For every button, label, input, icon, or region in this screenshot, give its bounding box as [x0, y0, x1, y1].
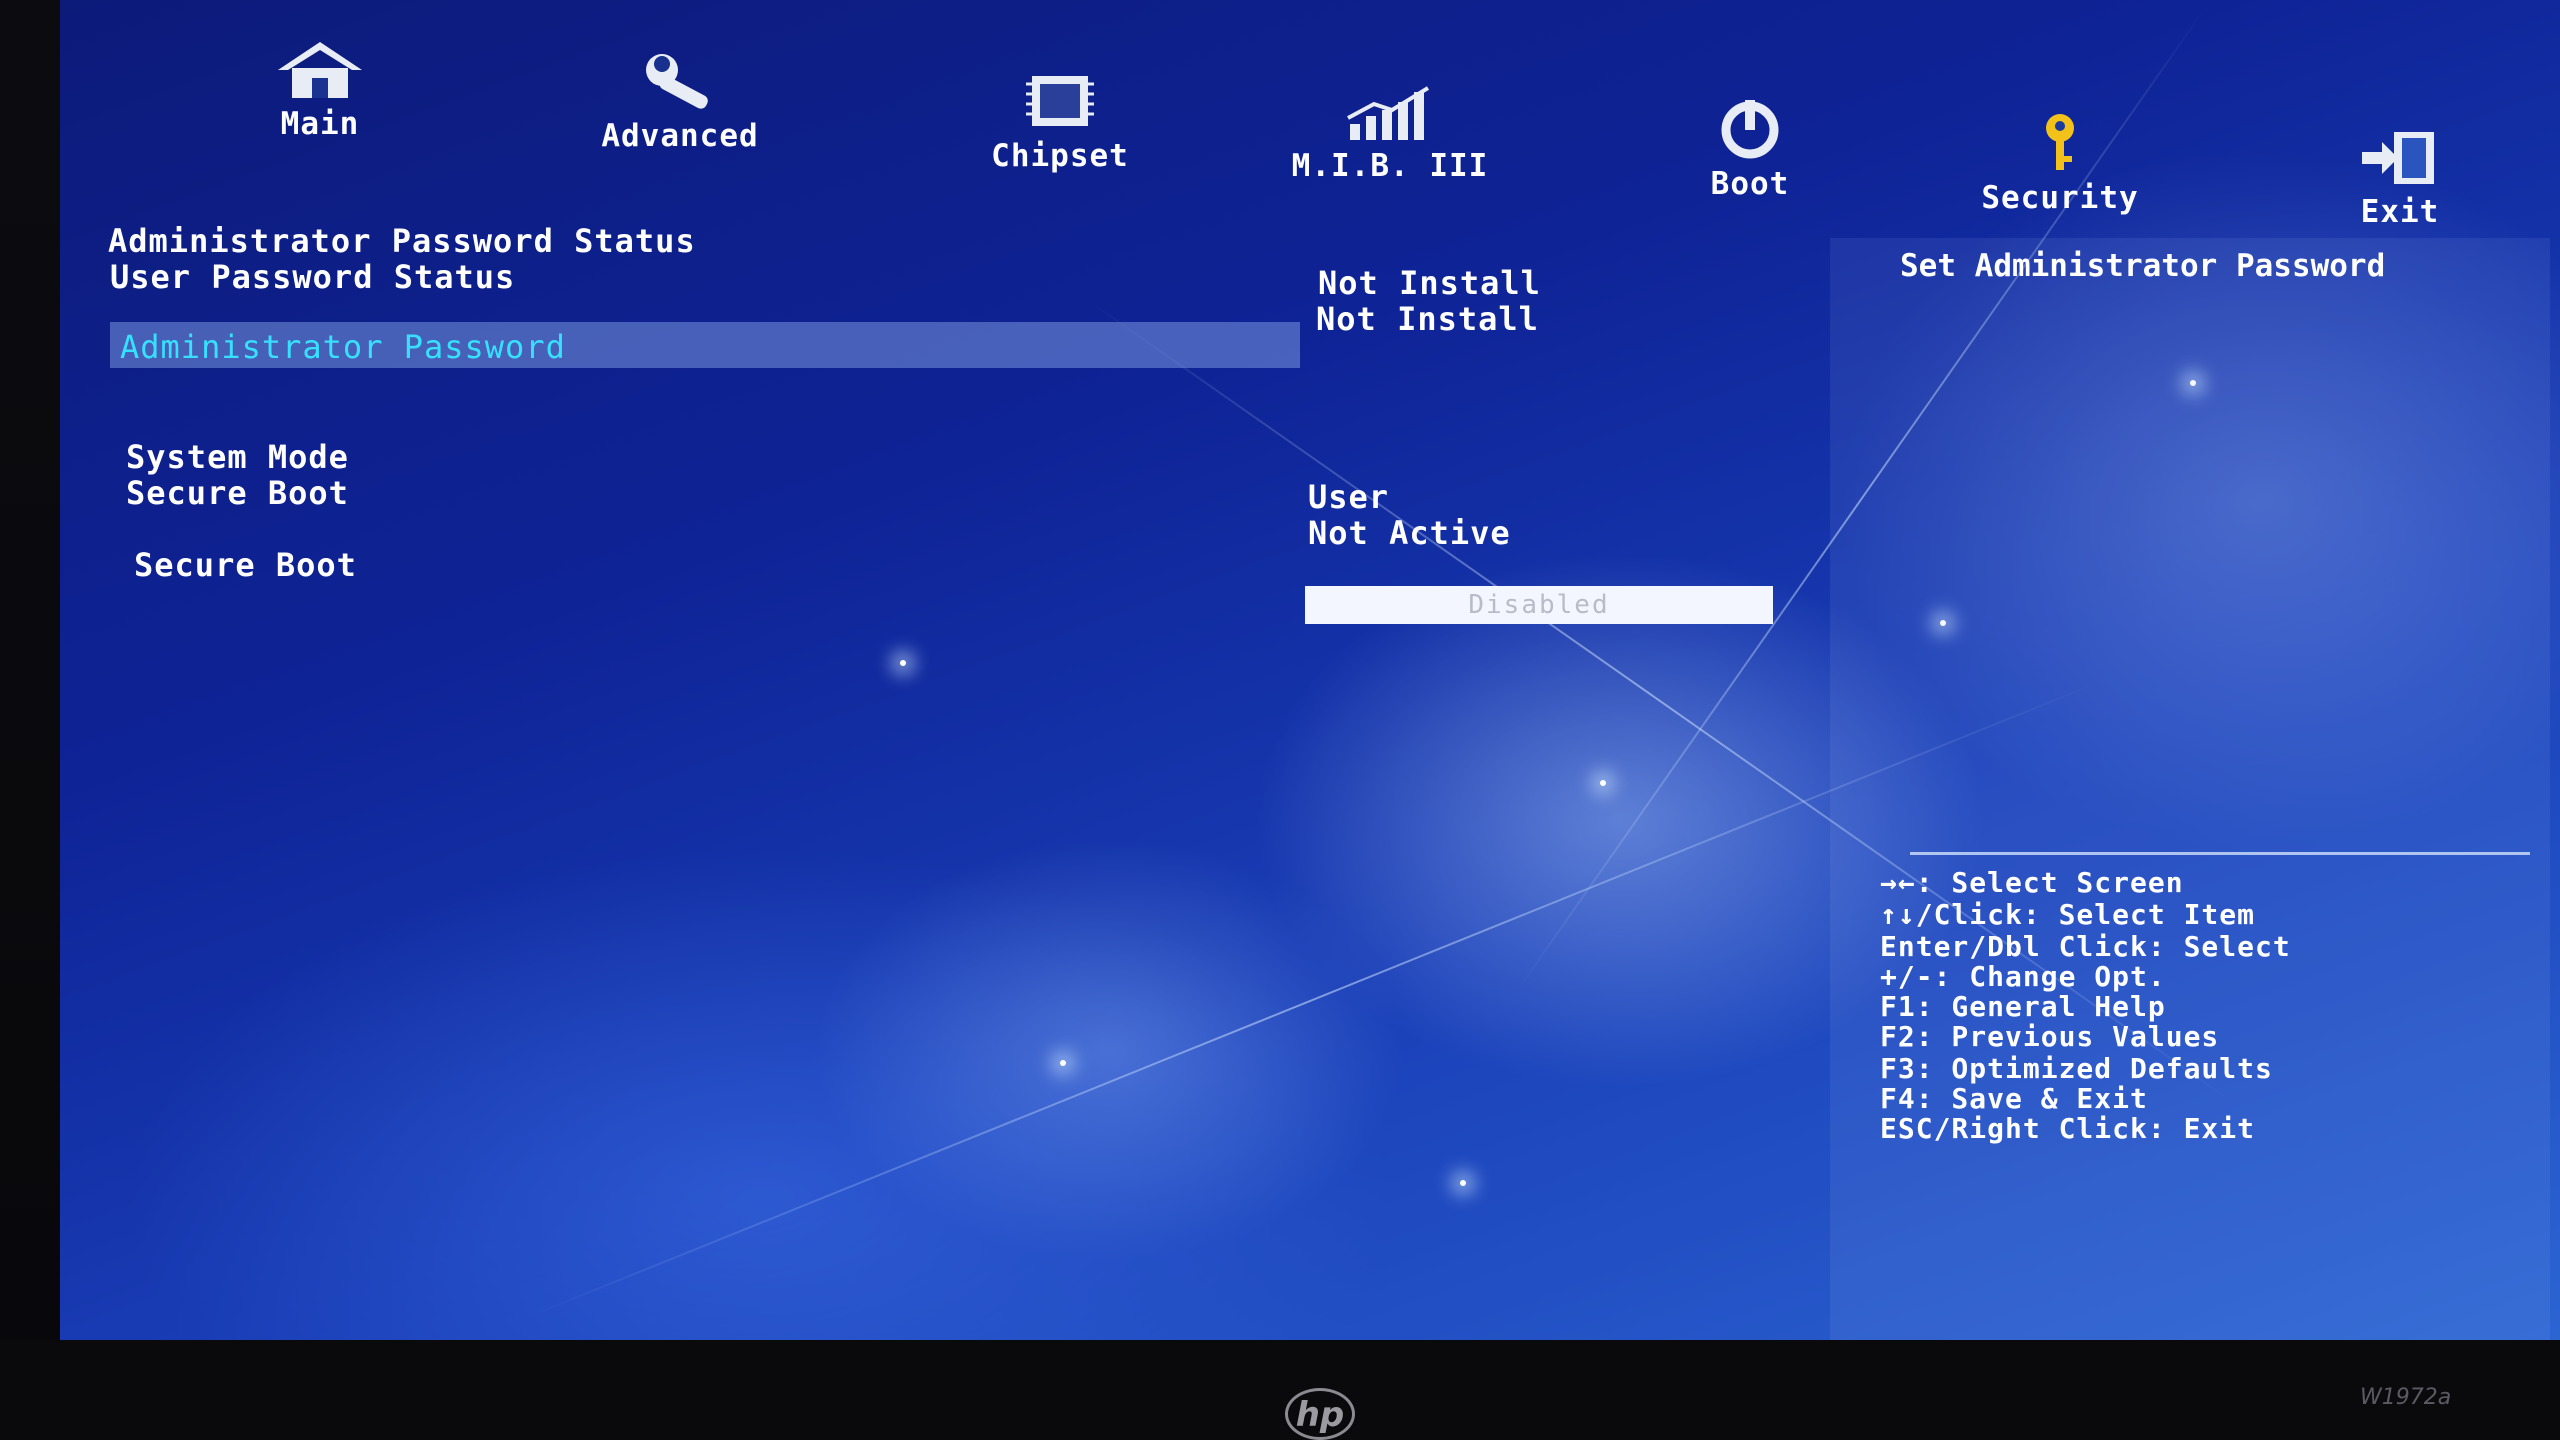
hp-logo: hp: [1285, 1388, 1355, 1440]
key-hint: +/-: Change Opt.: [1880, 960, 2166, 993]
key-hint: ESC/Right Click: Exit: [1880, 1112, 2256, 1145]
chip-icon: [1026, 76, 1094, 126]
wrench-icon: [646, 54, 708, 109]
tab-label: Advanced: [601, 118, 759, 154]
admin-password-label[interactable]: Administrator Password: [120, 328, 566, 366]
power-icon: [1721, 100, 1779, 159]
sparkle-decoration: [1060, 1060, 1066, 1066]
sparkle-decoration: [1600, 780, 1606, 786]
help-panel: [1830, 238, 2550, 1340]
chart-icon: [1347, 86, 1430, 140]
key-hint: F2: Previous Values: [1880, 1020, 2220, 1053]
system-mode-label: System Mode: [126, 438, 349, 476]
tab-mib-iii[interactable]: M.I.B. III: [1270, 84, 1510, 184]
admin-password-status-value: Not Install: [1318, 264, 1541, 302]
key-hint: ↑↓/Click: Select Item: [1880, 898, 2256, 931]
tab-chipset[interactable]: Chipset: [960, 70, 1160, 174]
key-hint: Enter/Dbl Click: Select: [1880, 930, 2291, 963]
tab-label: Main: [280, 106, 360, 142]
model-label: W1972a: [2360, 1385, 2452, 1410]
tab-label: Exit: [2360, 194, 2440, 230]
user-password-status-label: User Password Status: [110, 258, 516, 296]
tab-label: Boot: [1710, 166, 1790, 202]
help-divider: [1910, 852, 2530, 855]
tab-advanced[interactable]: Advanced: [580, 52, 780, 154]
tab-label: Chipset: [991, 138, 1129, 174]
key-hint: →←: Select Screen: [1880, 866, 2184, 899]
monitor-bezel: [0, 1340, 2560, 1440]
tab-security[interactable]: Security: [1970, 112, 2150, 216]
user-password-status-value: Not Install: [1316, 300, 1539, 338]
key-hint: F4: Save & Exit: [1880, 1082, 2148, 1115]
help-title: Set Administrator Password: [1900, 248, 2386, 284]
key-hint: F1: General Help: [1880, 990, 2166, 1023]
tab-label: M.I.B. III: [1291, 148, 1489, 184]
secure-boot-status-label: Secure Boot: [126, 474, 349, 512]
tab-main[interactable]: Main: [250, 38, 390, 142]
key-hint: F3: Optimized Defaults: [1880, 1052, 2273, 1085]
system-mode-value: User: [1308, 478, 1390, 516]
tab-label: Security: [1981, 180, 2139, 216]
secure-boot-status-value: Not Active: [1308, 514, 1511, 552]
secure-boot-option-label[interactable]: Secure Boot: [134, 546, 357, 584]
home-icon: [278, 42, 362, 98]
monitor-frame: Main Advanced Chipset M.I.B. III Boot Se…: [0, 0, 2560, 1440]
exit-icon: [2362, 132, 2434, 184]
secure-boot-option-value[interactable]: Disabled: [1305, 586, 1773, 624]
key-icon: [2046, 114, 2074, 170]
tab-boot[interactable]: Boot: [1680, 98, 1820, 202]
bios-screen: Main Advanced Chipset M.I.B. III Boot Se…: [60, 0, 2560, 1340]
tab-exit[interactable]: Exit: [2340, 128, 2460, 230]
sparkle-decoration: [1460, 1180, 1466, 1186]
sparkle-decoration: [900, 660, 906, 666]
admin-password-status-label: Administrator Password Status: [108, 222, 696, 260]
